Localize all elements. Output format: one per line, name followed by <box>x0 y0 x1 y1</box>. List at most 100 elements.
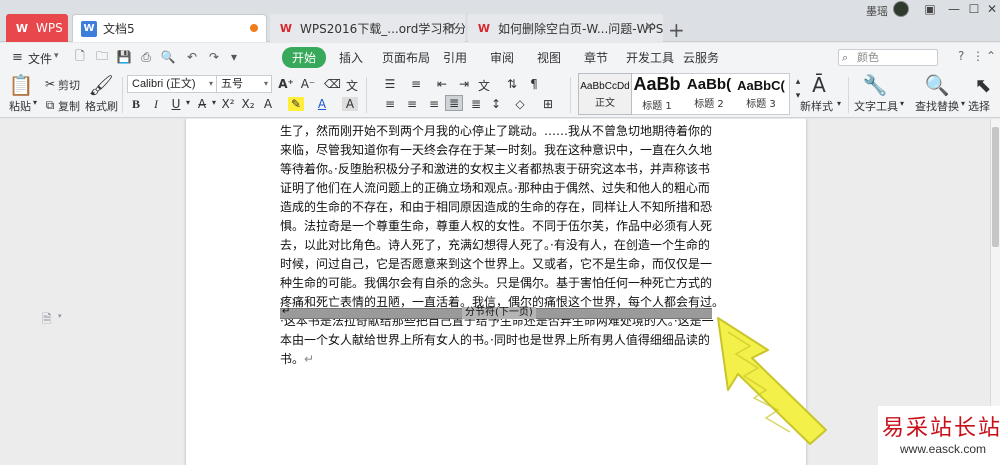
chevron-down-icon[interactable]: ▾ <box>961 99 965 108</box>
borders-icon[interactable]: ⊞ <box>540 97 556 111</box>
show-hide-marks-icon[interactable]: ¶ <box>526 77 542 91</box>
more-options-icon[interactable]: ⋮ <box>972 49 984 63</box>
new-tab-button[interactable]: + <box>668 18 685 42</box>
tab-wps-home[interactable]: W WPS <box>6 14 68 42</box>
print-preview-icon[interactable]: 🔍 <box>160 49 176 65</box>
justify-icon[interactable]: ≣ <box>445 95 463 111</box>
line-spacing-icon[interactable]: ↕ <box>488 97 504 111</box>
superscript-icon[interactable]: X² <box>220 97 236 111</box>
shading-icon[interactable]: ◇ <box>512 97 528 111</box>
redo-icon[interactable]: ↷ <box>206 49 222 65</box>
arrow-shape <box>717 317 827 445</box>
tab-references[interactable]: 引用 <box>443 49 467 66</box>
tab-web-page-1[interactable]: W WPS2016下载_...ord学习和分享平台 ✕ <box>270 14 465 42</box>
format-painter-button[interactable]: 格式刷 <box>85 98 118 114</box>
wps-web-icon: W <box>279 21 293 35</box>
save-icon[interactable]: 💾 <box>116 49 132 65</box>
watermark-url: www.easck.com <box>900 442 987 456</box>
gallery-up-icon[interactable]: ▴ <box>790 77 806 87</box>
font-color-icon[interactable]: A <box>314 97 330 111</box>
hamburger-icon[interactable]: ≡ <box>12 50 23 65</box>
wrench-icon[interactable]: 🔧 <box>863 73 888 97</box>
cut-icon[interactable]: ✂ <box>42 77 58 91</box>
chinese-layout-icon[interactable]: 文 <box>476 77 492 94</box>
copy-icon[interactable]: ⧉ <box>42 98 58 113</box>
help-icon[interactable]: ? <box>958 49 964 63</box>
tab-insert[interactable]: 插入 <box>339 49 363 66</box>
bold-icon[interactable]: B <box>128 97 144 112</box>
paste-button[interactable]: 粘贴 <box>9 98 31 114</box>
cut-button[interactable]: 剪切 <box>58 77 80 93</box>
numbered-list-icon[interactable]: ≡ <box>408 77 424 91</box>
font-size-select[interactable]: 五号 ▾ <box>216 75 272 93</box>
increase-indent-icon[interactable]: ⇥ <box>456 77 472 91</box>
avatar[interactable] <box>893 1 909 17</box>
collapse-ribbon-icon[interactable]: ⌃ <box>986 49 996 63</box>
decrease-indent-icon[interactable]: ⇤ <box>434 77 450 91</box>
quick-access-menu-icon[interactable]: ▾ <box>226 49 242 65</box>
close-window-button[interactable]: ✕ <box>980 0 1000 18</box>
tab-chapter[interactable]: 章节 <box>584 49 608 66</box>
tab-review[interactable]: 审阅 <box>490 49 514 66</box>
chevron-down-icon[interactable]: ▾ <box>33 98 37 107</box>
bullet-list-icon[interactable]: ☰ <box>382 77 398 91</box>
style-normal[interactable]: AaBbCcDd 正文 <box>578 73 632 115</box>
tab-web-page-2[interactable]: W 如何删除空白页-W...问题-WPS文字- ✕ <box>468 14 663 42</box>
font-name-select[interactable]: Calibri (正文) ▾ <box>127 75 217 93</box>
tab-view[interactable]: 视图 <box>537 49 561 66</box>
text-effect-icon[interactable]: A <box>260 97 276 111</box>
user-name[interactable]: 墨瑶 <box>866 3 888 19</box>
open-folder-icon[interactable]: 🗀 <box>94 49 110 65</box>
style-heading-1[interactable]: AaBb 标题 1 <box>631 74 683 114</box>
select-button[interactable]: 选择 <box>968 98 990 114</box>
shrink-font-icon[interactable]: A⁻ <box>300 77 316 91</box>
highlight-color-icon[interactable]: ✎ <box>288 97 304 111</box>
tab-developer-tools[interactable]: 开发工具 <box>626 49 674 66</box>
section-break-next-page[interactable]: ↵ 分节符(下一页) <box>280 306 712 319</box>
subscript-icon[interactable]: X₂ <box>240 97 256 111</box>
tab-page-layout[interactable]: 页面布局 <box>382 49 430 66</box>
align-center-icon[interactable]: ≡ <box>404 97 420 111</box>
new-style-button[interactable]: 新样式 <box>800 98 833 114</box>
align-right-icon[interactable]: ≡ <box>426 97 442 111</box>
close-tab-icon[interactable]: ✕ <box>644 20 655 35</box>
chevron-down-icon: ▾ <box>208 79 213 88</box>
new-style-icon[interactable]: Ā <box>808 73 830 97</box>
paste-icon[interactable]: 📋 <box>9 73 34 97</box>
chevron-down-icon[interactable]: ▾ <box>54 51 59 61</box>
magnifier-icon[interactable]: 🔍 <box>925 73 950 97</box>
copy-button[interactable]: 复制 <box>58 98 80 114</box>
file-menu[interactable]: 文件 <box>28 50 52 67</box>
format-painter-icon[interactable]: 🖌 <box>88 73 113 97</box>
body-paragraph[interactable]: 三个月以后，自我开始感觉到你不是我想象中的那个样子……我开始有点期盼你出生了，然… <box>280 119 720 369</box>
tab-document[interactable]: W 文档5 <box>72 14 267 42</box>
grow-font-icon[interactable]: A⁺ <box>278 77 294 91</box>
undo-icon[interactable]: ↶ <box>184 49 200 65</box>
character-shading-icon[interactable]: A <box>342 97 358 111</box>
chevron-down-icon[interactable]: ▾ <box>837 99 841 108</box>
italic-icon[interactable]: I <box>148 97 164 112</box>
tab-cloud-services[interactable]: 云服务 <box>683 49 719 66</box>
style-heading-3[interactable]: AaBbC( 标题 3 <box>735 74 787 114</box>
wps-logo-icon: W <box>15 21 29 35</box>
phonetic-guide-icon[interactable]: 文 <box>344 77 360 94</box>
print-icon[interactable]: ⎙ <box>138 49 154 65</box>
page-navigation-icon[interactable]: 🗎 <box>42 310 52 331</box>
unsaved-indicator-icon <box>250 24 258 32</box>
distributed-align-icon[interactable]: ≣ <box>468 97 484 111</box>
sort-icon[interactable]: ⇅ <box>504 77 520 91</box>
new-document-icon[interactable]: 🗋 <box>72 49 88 65</box>
tab-home[interactable]: 开始 <box>282 47 327 68</box>
text-tools-button[interactable]: 文字工具 <box>854 98 898 114</box>
align-left-icon[interactable]: ≡ <box>382 97 398 111</box>
find-replace-button[interactable]: 查找替换 <box>915 98 959 114</box>
select-cursor-icon[interactable]: ⬉ <box>972 73 994 97</box>
chevron-down-icon[interactable]: ▾ <box>58 312 62 320</box>
clear-format-icon[interactable]: ⌫ <box>324 77 341 91</box>
search-input[interactable]: ⌕ 颜色 <box>838 49 938 66</box>
style-heading-2[interactable]: AaBb( 标题 2 <box>683 74 735 114</box>
chevron-down-icon[interactable]: ▾ <box>900 99 904 108</box>
window-menu-icon[interactable]: ▣ <box>918 0 942 18</box>
scrollbar-thumb[interactable] <box>992 127 999 247</box>
close-tab-icon[interactable]: ✕ <box>446 20 457 35</box>
